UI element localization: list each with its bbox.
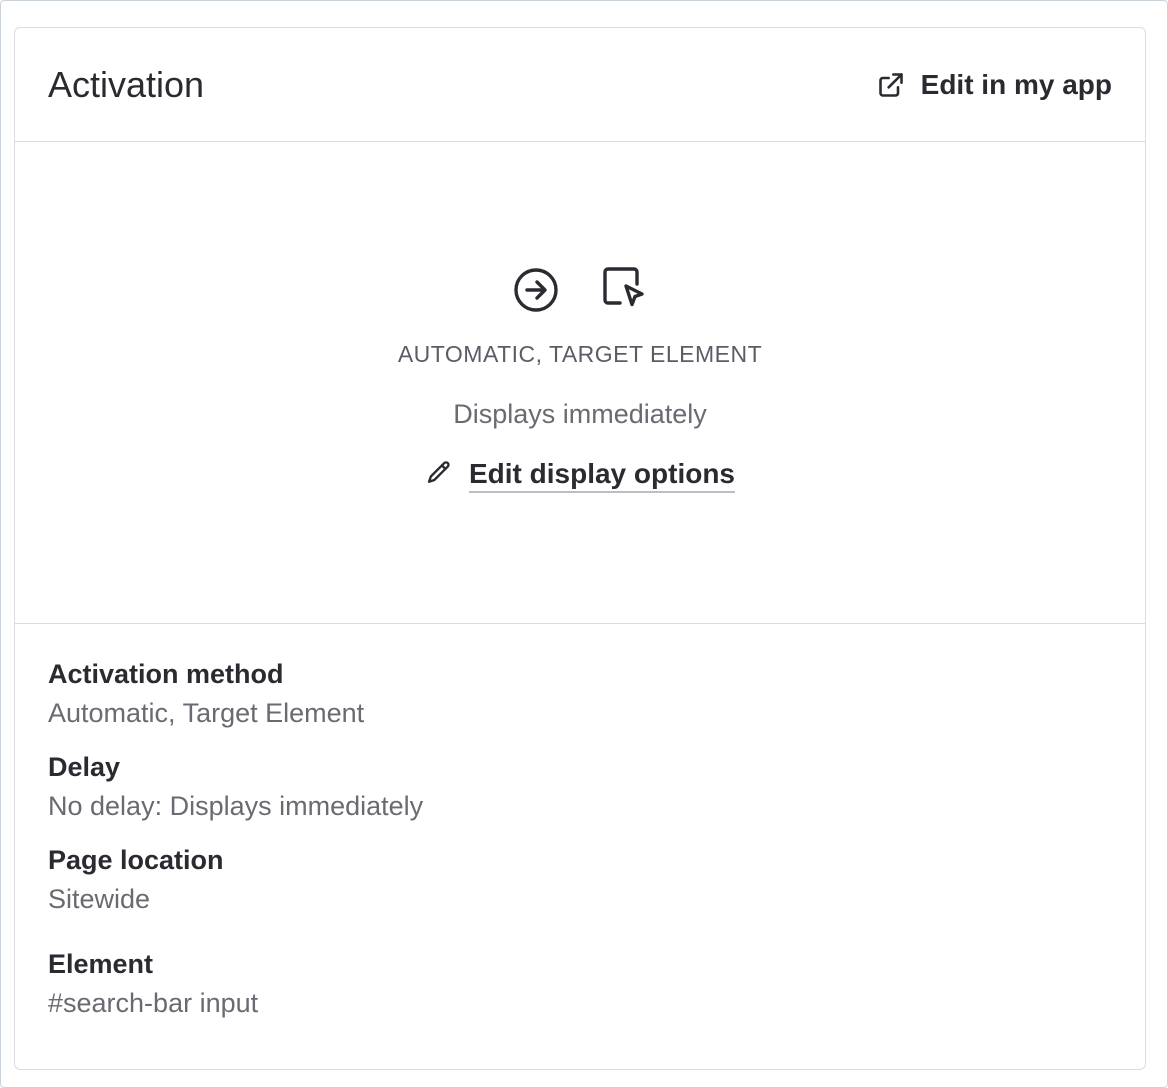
activation-summary: AUTOMATIC, TARGET ELEMENT Displays immed… [15,142,1145,624]
activation-card: Activation Edit in my app AUTOMATIC, TAR… [14,27,1146,1070]
edit-display-options-label: Edit display options [468,458,735,493]
detail-page-location: Page location Sitewide [48,844,1108,915]
delay-caption: Displays immediately [453,399,707,429]
external-link-icon [877,71,905,99]
detail-label: Page location [48,845,224,875]
detail-value: No delay: Displays immediately [48,791,424,821]
edit-display-options-link[interactable]: Edit display options [425,458,735,493]
detail-delay: Delay No delay: Displays immediately [48,751,1108,822]
activation-method-caption: AUTOMATIC, TARGET ELEMENT [397,341,763,367]
detail-element: Element #search-bar input [48,948,1108,1019]
detail-label: Element [48,949,154,979]
card-title: Activation [48,64,205,105]
detail-activation-method: Activation method Automatic, Target Elem… [48,658,1108,729]
edit-options-row: Edit display options [15,458,1145,493]
pencil-icon [425,459,453,492]
activation-icons [15,264,1145,312]
detail-label: Delay [48,752,121,782]
detail-value: #search-bar input [48,988,259,1018]
edit-in-my-app-link[interactable]: Edit in my app [877,68,1112,102]
detail-value: Automatic, Target Element [48,698,365,728]
detail-value: Sitewide [48,884,151,914]
detail-label: Activation method [48,659,284,689]
target-element-cursor-icon [600,264,648,312]
card-header: Activation Edit in my app [15,28,1145,142]
edit-in-my-app-label: Edit in my app [920,69,1112,100]
arrow-right-circle-icon [512,264,560,312]
